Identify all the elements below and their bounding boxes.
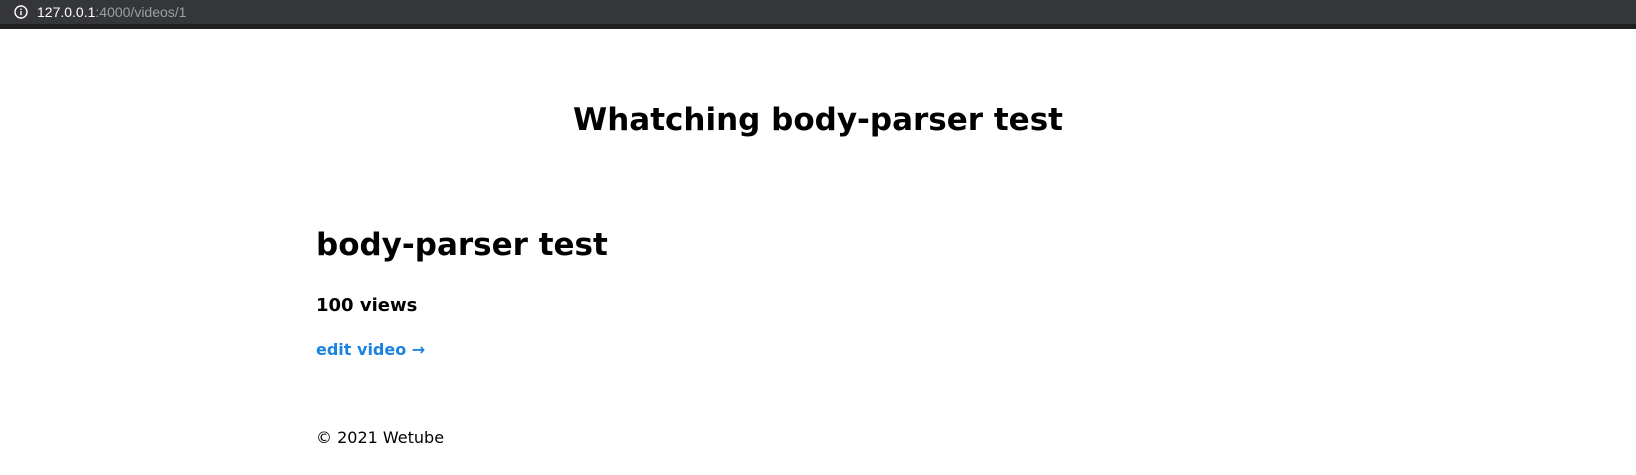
video-views: 100 views — [316, 295, 418, 316]
info-icon[interactable] — [14, 4, 28, 19]
video-title: body-parser test — [316, 227, 608, 263]
url-path: :4000/videos/1 — [95, 4, 187, 20]
browser-address-bar[interactable]: 127.0.0.1:4000/videos/1 — [0, 0, 1636, 29]
url-host: 127.0.0.1 — [37, 4, 96, 20]
url-text[interactable]: 127.0.0.1:4000/videos/1 — [37, 3, 186, 21]
page-title: Whatching body-parser test — [573, 102, 1063, 138]
footer-copyright: © 2021 Wetube — [316, 428, 445, 447]
edit-video-link[interactable]: edit video → — [316, 339, 425, 361]
